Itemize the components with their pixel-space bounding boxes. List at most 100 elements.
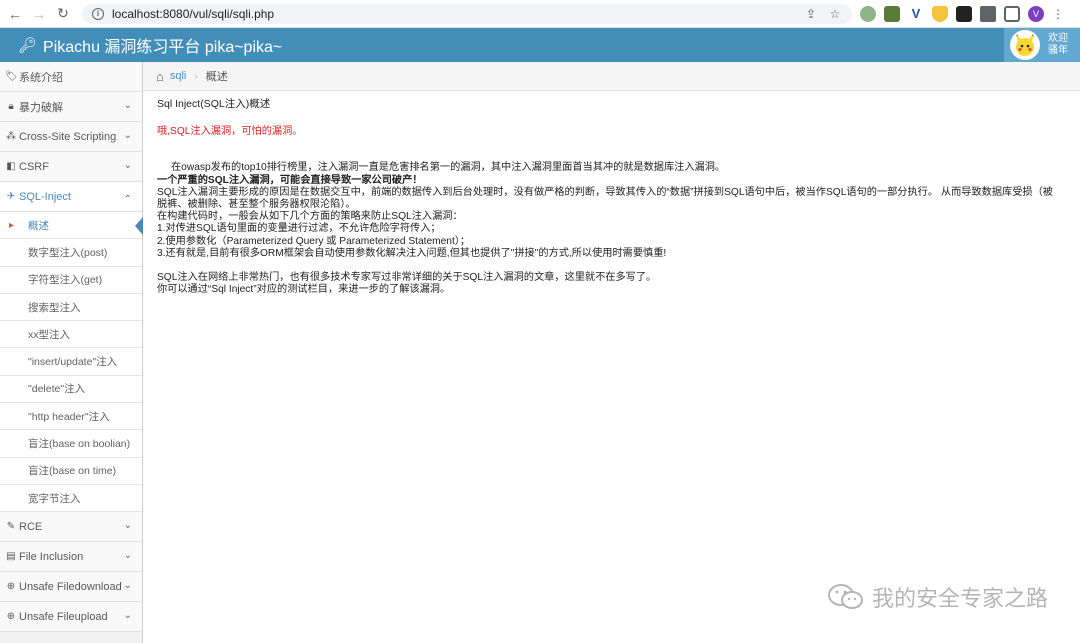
watermark: 我的安全专家之路 [826, 581, 1048, 613]
app-header: 🔑︎ Pikachu 漏洞练习平台 pika~pika~ 欢迎 骚年 [0, 28, 1080, 62]
home-icon[interactable]: ⌂ [156, 69, 164, 84]
submenu-item-overview[interactable]: 概述 [0, 212, 142, 239]
paragraph-severity: 一个严重的SQL注入漏洞，可能会直接导致一家公司破产！ [157, 175, 1062, 187]
sidebar-item-xss[interactable]: ⁂ Cross-Site Scripting ⌄ [0, 122, 142, 152]
description: 在owasp发布的top10排行榜里，注入漏洞一直是危害排名第一的漏洞，其中注入… [157, 162, 1062, 296]
paragraph-popular: SQL注入在网络上非常热门，也有很多技术专家写过非常详细的关于SQL注入漏洞的文… [157, 272, 1062, 284]
submenu-label: 盲注(base on time) [28, 463, 116, 478]
submenu-item-blind-time[interactable]: 盲注(base on time) [0, 458, 142, 485]
sidebar-item-label: RCE [19, 521, 42, 533]
chevron-down-icon: ⌄ [124, 130, 132, 141]
url-text[interactable]: localhost:8080/vul/sqli/sqli.php [112, 7, 274, 21]
download-icon: ⊕ [5, 581, 17, 592]
menu-kebab-icon[interactable]: ⋮ [1052, 7, 1064, 21]
page-title: Sql Inject(SQL注入)概述 [157, 98, 1062, 110]
sidebar-item-label: 暴力破解 [19, 99, 63, 115]
sidebar-item-csrf[interactable]: ◧ CSRF ⌄ [0, 152, 142, 182]
welcome-line: 欢迎 [1048, 33, 1068, 45]
browser-toolbar: ← → ↻ i localhost:8080/vul/sqli/sqli.php… [0, 0, 1080, 28]
submenu-label: 字符型注入(get) [28, 272, 102, 287]
submenu-item-wide-byte[interactable]: 宽字节注入 [0, 485, 142, 512]
pikachu-avatar [1010, 30, 1040, 60]
submenu-item-string-get[interactable]: 字符型注入(get) [0, 267, 142, 294]
sidebar-item-unsafe-download[interactable]: ⊕ Unsafe Filedownload ⌄ [0, 572, 142, 602]
sidebar-item-label: File Inclusion [19, 551, 83, 563]
submenu-item-insert-update[interactable]: "insert/update"注入 [0, 348, 142, 375]
file-icon: ▤ [5, 551, 17, 562]
submenu-item-delete[interactable]: "delete"注入 [0, 376, 142, 403]
breadcrumb: ⌂ sqli › 概述 [143, 62, 1080, 91]
strategy-item-2: 2.使用参数化（Parameterized Query 或 Parameteri… [157, 236, 1062, 248]
sidebar-item-label: CSRF [19, 161, 49, 173]
app-title-text: Pikachu 漏洞练习平台 pika~pika~ [43, 33, 282, 57]
wechat-icon [826, 582, 866, 612]
strategy-item-1: 1.对传进SQL语句里面的变量进行过滤，不允许危险字符传入； [157, 223, 1062, 235]
breadcrumb-link-sqli[interactable]: sqli [170, 70, 187, 82]
sidebar-item-sqli[interactable]: ✈︎ SQL-Inject ⌃ [0, 182, 142, 212]
bookmark-star-icon[interactable]: ☆ [828, 7, 842, 21]
code-icon: ◧ [5, 161, 17, 172]
user-menu[interactable]: 欢迎 骚年 [1004, 28, 1080, 62]
paragraph-cause: SQL注入漏洞主要形成的原因是在数据交互中，前端的数据传入到后台处理时，没有做严… [157, 187, 1062, 211]
pencil-icon: ✎ [5, 521, 17, 532]
sidebar-item-intro[interactable]: 🏷︎ 系统介绍 [0, 62, 142, 92]
extensions-puzzle-icon[interactable] [980, 6, 996, 22]
forward-arrow-icon[interactable]: → [30, 5, 48, 23]
sidebar-item-label: Unsafe Filedownload [19, 581, 122, 593]
address-bar[interactable]: i localhost:8080/vul/sqli/sqli.php ⇪ ☆ [82, 4, 852, 24]
chevron-down-icon: ⌄ [124, 580, 132, 591]
app-brand[interactable]: 🔑︎ Pikachu 漏洞练习平台 pika~pika~ [18, 33, 282, 57]
sidebar-item-label: Unsafe Fileupload [19, 611, 108, 623]
reload-icon[interactable]: ↻ [54, 5, 72, 23]
chevron-down-icon: ⌄ [124, 550, 132, 561]
sitemap-icon: ⁂ [5, 131, 17, 142]
submenu-item-numeric-post[interactable]: 数字型注入(post) [0, 239, 142, 266]
chevron-down-icon: ⌄ [124, 610, 132, 621]
upload-icon: ⊕ [5, 611, 17, 622]
sqli-submenu: 概述 数字型注入(post) 字符型注入(get) 搜索型注入 xx型注入 "i… [0, 212, 142, 512]
extension-shield-icon[interactable] [932, 6, 948, 22]
submenu-label: "delete"注入 [28, 381, 85, 396]
chevron-down-icon: ⌄ [124, 100, 132, 111]
submenu-label: 概述 [28, 218, 49, 233]
sidebar-item-label: 系统介绍 [19, 69, 63, 85]
extension-v-icon[interactable]: V [908, 6, 924, 22]
profile-avatar[interactable]: V [1028, 6, 1044, 22]
back-arrow-icon[interactable]: ← [6, 5, 24, 23]
sidebar-item-file-inclusion[interactable]: ▤ File Inclusion ⌄ [0, 542, 142, 572]
side-panel-icon[interactable] [1004, 6, 1020, 22]
chevron-down-icon: ⌄ [124, 520, 132, 531]
watermark-text: 我的安全专家之路 [872, 581, 1048, 613]
fighter-jet-icon: ✈︎ [5, 191, 17, 202]
submenu-item-xx[interactable]: xx型注入 [0, 321, 142, 348]
submenu-item-search[interactable]: 搜索型注入 [0, 294, 142, 321]
submenu-label: xx型注入 [28, 327, 70, 342]
submenu-label: 搜索型注入 [28, 300, 81, 315]
key-icon: 🔑︎ [18, 36, 37, 54]
main-content: Sql Inject(SQL注入)概述 哦,SQL注入漏洞，可怕的漏洞。 在ow… [157, 98, 1062, 296]
submenu-item-blind-boolean[interactable]: 盲注(base on boolian) [0, 430, 142, 457]
chevron-down-icon: ⌄ [124, 160, 132, 171]
sidebar-item-unsafe-upload[interactable]: ⊕ Unsafe Fileupload ⌄ [0, 602, 142, 632]
paragraph-strategy: 在构建代码时，一般会从如下几个方面的策略来防止SQL注入漏洞： [157, 211, 1062, 223]
paragraph-learn-more: 你可以通过“Sql Inject”对应的测试栏目，来进一步的了解该漏洞。 [157, 284, 1062, 296]
share-icon[interactable]: ⇪ [804, 7, 818, 21]
sidebar-item-label: Cross-Site Scripting [19, 131, 116, 143]
extension-green-icon[interactable] [860, 6, 876, 22]
breadcrumb-separator-icon: › [194, 71, 197, 82]
submenu-item-http-header[interactable]: "http header"注入 [0, 403, 142, 430]
site-info-icon[interactable]: i [92, 8, 104, 20]
sidebar-item-rce[interactable]: ✎ RCE ⌄ [0, 512, 142, 542]
tags-icon: 🏷︎ [5, 71, 17, 82]
lock-icon: 🔒︎ [5, 101, 17, 112]
submenu-label: 宽字节注入 [28, 491, 81, 506]
extension-leaf-icon[interactable] [884, 6, 900, 22]
strategy-item-3: 3.还有就是,目前有很多ORM框架会自动使用参数化解决注入问题,但其也提供了"拼… [157, 248, 1062, 260]
sidebar-item-bruteforce[interactable]: 🔒︎ 暴力破解 ⌄ [0, 92, 142, 122]
welcome-text: 欢迎 骚年 [1048, 33, 1068, 57]
sidebar: 🏷︎ 系统介绍 🔒︎ 暴力破解 ⌄ ⁂ Cross-Site Scripting… [0, 62, 143, 643]
extension-terminal-icon[interactable] [956, 6, 972, 22]
submenu-label: "insert/update"注入 [28, 354, 117, 369]
submenu-label: 数字型注入(post) [28, 245, 107, 260]
warning-text: 哦,SQL注入漏洞，可怕的漏洞。 [157, 126, 1062, 138]
